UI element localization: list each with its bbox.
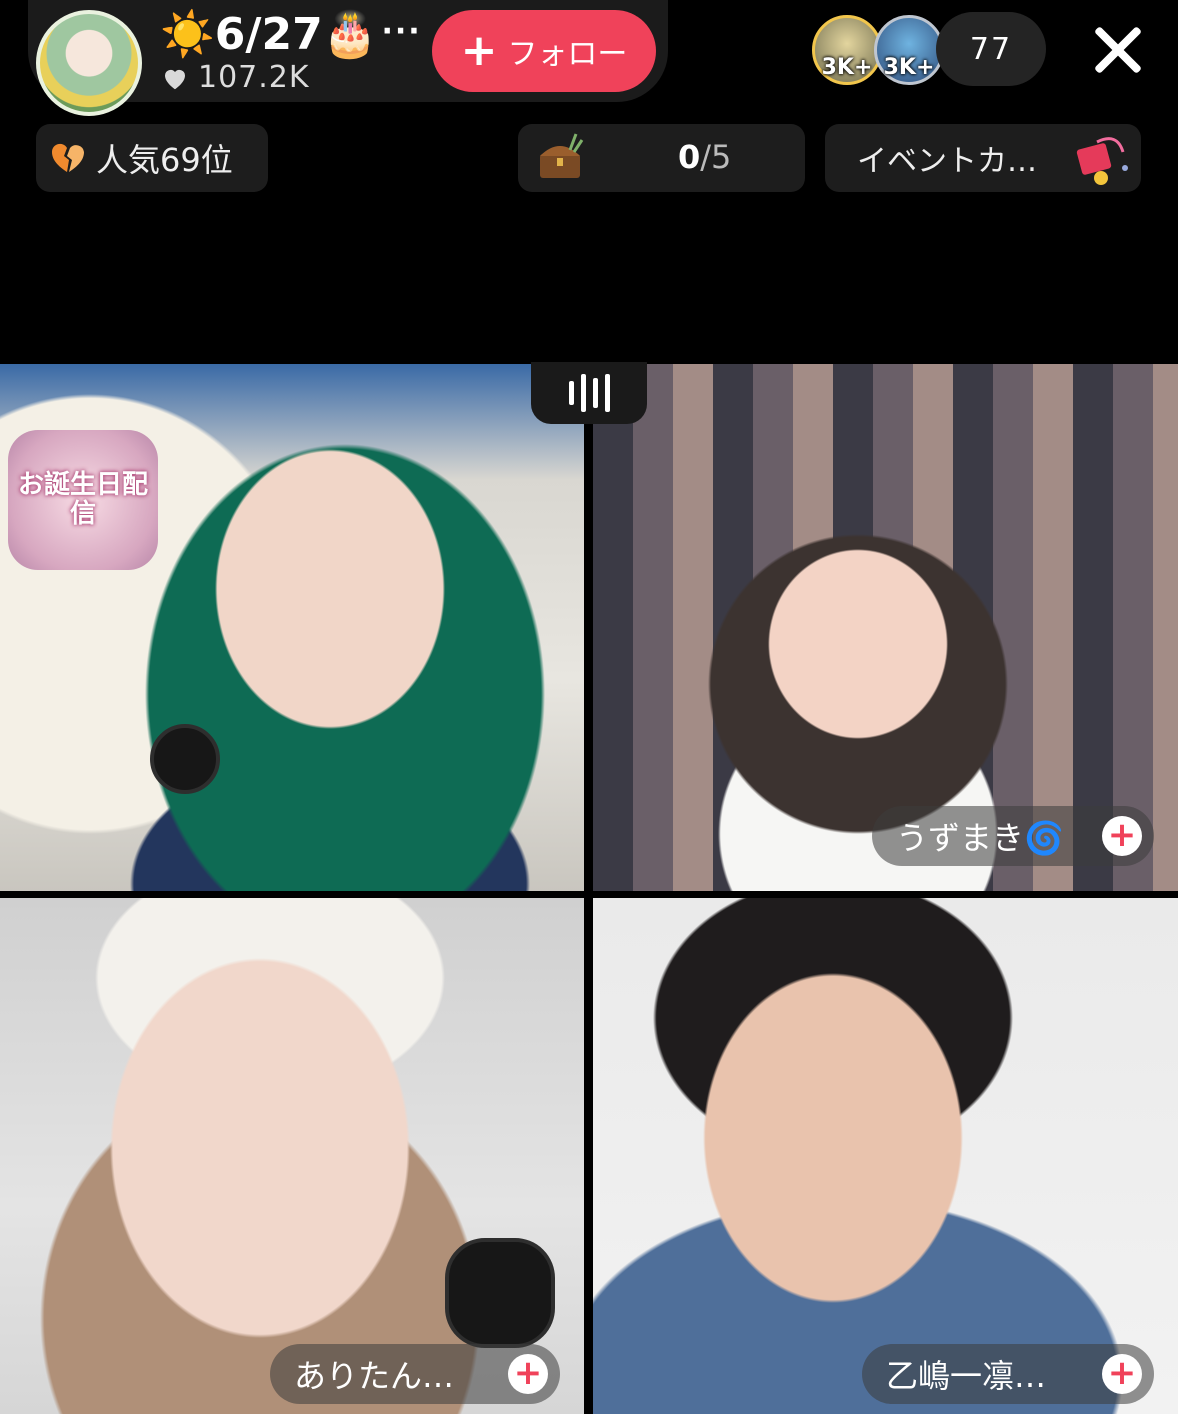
treasure-count: 0 xyxy=(678,138,701,176)
participant-name: 乙嶋一凛… xyxy=(886,1357,1047,1395)
participant-name-tag[interactable]: うずまき🌀 + xyxy=(872,806,1154,866)
add-follow-icon[interactable]: + xyxy=(1102,816,1142,856)
event-label: イベントカ… xyxy=(857,144,1037,179)
heart-icon xyxy=(165,69,185,89)
top-viewer-avatar-2[interactable]: 3K+ xyxy=(874,15,944,85)
participant-name: うずまき🌀 xyxy=(896,819,1064,857)
treasure-total: /5 xyxy=(700,138,732,176)
video-tile-guest-3[interactable] xyxy=(593,898,1178,1414)
follow-button[interactable]: + フォロー xyxy=(432,10,656,92)
layout-toggle-handle[interactable] xyxy=(531,362,647,424)
follow-label: フォロー xyxy=(507,37,628,72)
treasure-chest-icon xyxy=(540,133,584,178)
viewer-badge-1: 3K+ xyxy=(821,55,873,80)
likes-value: 107.2K xyxy=(198,60,310,95)
rank-text: 人気69位 xyxy=(96,141,233,179)
viewer-count[interactable]: 77 xyxy=(936,12,1046,86)
close-icon[interactable] xyxy=(1090,22,1146,78)
treasure-chest-chip[interactable]: 0/5 xyxy=(518,124,805,192)
host-name-text: ☀️6/27🎂 xyxy=(160,9,378,60)
plus-icon: + xyxy=(460,25,498,76)
host-name[interactable]: ☀️6/27🎂 ··· xyxy=(160,8,422,60)
participant-name-tag[interactable]: 乙嶋一凛… + xyxy=(862,1344,1154,1404)
participant-name-tag[interactable]: ありたん… + xyxy=(270,1344,560,1404)
host-avatar[interactable] xyxy=(36,10,142,116)
microphone-icon xyxy=(150,724,220,794)
birthday-stream-sticker: お誕生日配信 xyxy=(8,430,158,570)
popularity-rank-chip[interactable]: 人気69位 xyxy=(36,124,268,192)
top-viewer-avatar-1[interactable]: 3K+ xyxy=(812,15,882,85)
viewer-badge-2: 3K+ xyxy=(883,55,935,80)
participant-name: ありたん… xyxy=(294,1357,455,1395)
treasure-progress: 0/5 xyxy=(678,138,731,176)
event-chip[interactable]: イベントカ… xyxy=(825,124,1141,192)
event-card-icon xyxy=(1076,137,1128,185)
broken-heart-icon xyxy=(51,143,84,172)
microphone-icon xyxy=(445,1238,555,1348)
likes-count: 107.2K xyxy=(160,60,310,95)
add-follow-icon[interactable]: + xyxy=(508,1354,548,1394)
video-tile-guest-2[interactable] xyxy=(0,898,584,1414)
add-follow-icon[interactable]: + xyxy=(1102,1354,1142,1394)
more-dots: ··· xyxy=(381,14,422,49)
